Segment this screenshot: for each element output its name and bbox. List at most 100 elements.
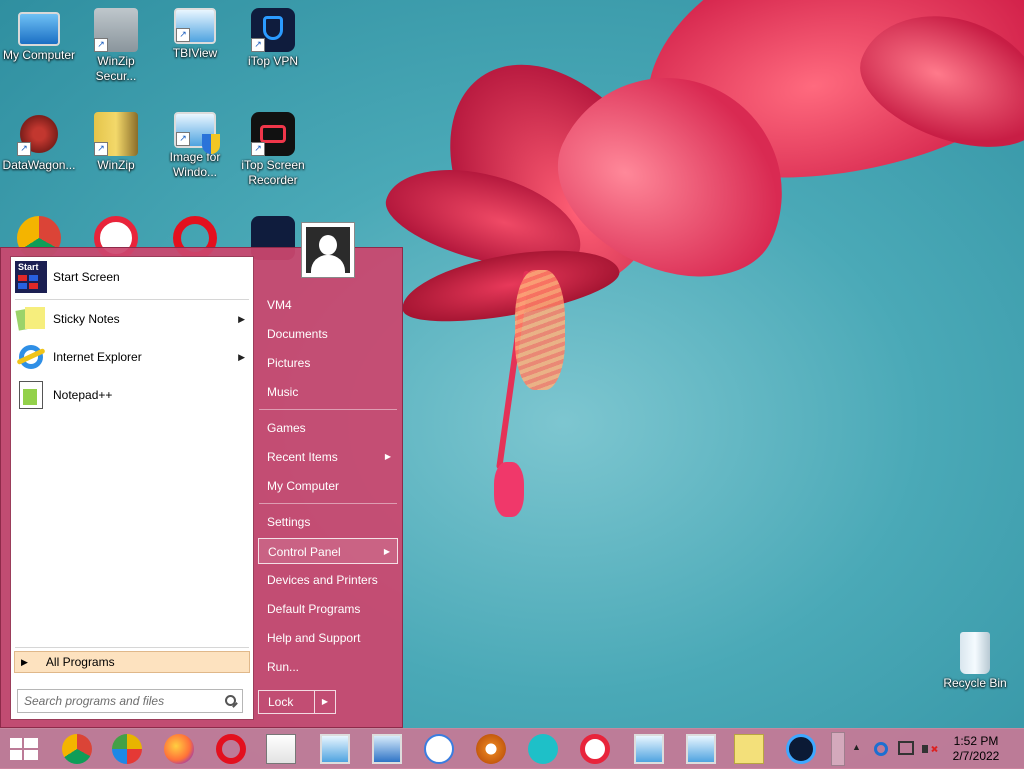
pinned-separator	[15, 299, 249, 300]
pinned-item-label: Sticky Notes	[53, 312, 120, 326]
start-link-music[interactable]: Music	[258, 379, 398, 405]
desktop-icon-image-for-windows[interactable]: ↗ Image for Windo...	[156, 112, 234, 180]
pinned-item-label: Notepad++	[53, 388, 113, 402]
start-menu-programs-pane: Start Start Screen Sticky Notes ▶ Intern…	[10, 256, 254, 720]
taskbar-privacy-app-icon[interactable]	[112, 734, 142, 764]
pinned-item-label: Start Screen	[53, 270, 120, 284]
pinned-item-internet-explorer[interactable]: Internet Explorer ▶	[15, 340, 251, 374]
expand-arrow-icon: ▶	[21, 656, 28, 667]
desktop-icon-recycle-bin[interactable]: Recycle Bin	[936, 632, 1014, 691]
start-link-run[interactable]: Run...	[258, 654, 398, 680]
start-link-games[interactable]: Games	[258, 415, 398, 441]
tray-overflow-arrow-icon[interactable]: ▲	[852, 742, 861, 752]
submenu-arrow-icon: ▶	[238, 351, 245, 362]
taskbar: ▲ 1:52 PM 2/7/2022	[0, 728, 1024, 769]
pinned-item-notepad-plus-plus[interactable]: Notepad++	[15, 378, 251, 412]
tray-network-icon[interactable]	[898, 741, 914, 755]
desktop-icon-tbiview[interactable]: ↗ TBIView	[156, 8, 234, 61]
start-screen-icon: Start	[15, 261, 47, 293]
taskbar-sticky-notes-icon[interactable]	[734, 734, 764, 764]
lock-button[interactable]: Lock ▶	[258, 690, 336, 714]
desktop-icon-datawagon[interactable]: ↗ DataWagon...	[0, 112, 78, 173]
pinned-item-start-screen[interactable]: Start Start Screen	[15, 260, 251, 294]
taskbar-clock[interactable]: 1:52 PM 2/7/2022	[946, 734, 1006, 764]
start-link-help-and-support[interactable]: Help and Support	[258, 625, 398, 651]
search-placeholder: Search programs and files	[24, 694, 165, 708]
tray-volume-muted-icon[interactable]	[922, 741, 938, 757]
start-link-devices-and-printers[interactable]: Devices and Printers	[258, 567, 398, 593]
taskbar-arrow-app-icon[interactable]	[424, 734, 454, 764]
start-link-default-programs[interactable]: Default Programs	[258, 596, 398, 622]
clock-time: 1:52 PM	[953, 734, 999, 748]
submenu-arrow-icon: ▶	[383, 547, 390, 556]
pinned-item-label: Internet Explorer	[53, 350, 142, 364]
desktop-icon-itop-screen-recorder[interactable]: ↗ iTop Screen Recorder	[234, 112, 312, 188]
all-programs-button[interactable]: ▶ All Programs	[14, 651, 250, 673]
submenu-arrow-icon: ▶	[384, 452, 391, 461]
start-link-documents[interactable]: Documents	[258, 321, 398, 347]
clock-date: 2/7/2022	[952, 749, 1000, 763]
start-link-settings[interactable]: Settings	[258, 509, 398, 535]
desktop-icon-my-computer[interactable]: My Computer	[0, 8, 78, 63]
start-button[interactable]	[10, 738, 38, 762]
right-column-separator	[259, 409, 397, 410]
taskbar-remote-app-icon[interactable]	[528, 734, 558, 764]
itop-screen-recorder-icon: ↗	[251, 112, 295, 156]
winzip-secure-icon: ↗	[94, 8, 138, 52]
desktop-icon-label: DataWagon...	[2, 158, 76, 172]
taskbar-scroll-handle[interactable]	[831, 732, 845, 766]
itop-vpn-icon: ↗	[251, 8, 295, 52]
flower-pollen	[515, 270, 565, 390]
tray-ccleaner-icon[interactable]	[874, 742, 888, 756]
taskbar-tbiview-icon[interactable]	[320, 734, 350, 764]
taskbar-monitor-icon[interactable]	[686, 734, 716, 764]
computer-icon	[18, 12, 60, 46]
taskbar-image-viewer-icon[interactable]	[372, 734, 402, 764]
recycle-bin-icon	[960, 632, 990, 674]
taskbar-settings-app-icon[interactable]	[476, 734, 506, 764]
internet-explorer-icon	[15, 341, 47, 373]
user-silhouette-icon	[306, 227, 350, 273]
start-link-pictures[interactable]: Pictures	[258, 350, 398, 376]
taskbar-monitor-icon[interactable]	[634, 734, 664, 764]
desktop-icon-winzip-secure[interactable]: ↗ WinZip Secur...	[77, 8, 155, 84]
desktop-icon-label: Recycle Bin	[943, 676, 1007, 690]
desktop-icon-label: Image for Windo...	[169, 150, 221, 179]
taskbar-opera-icon[interactable]	[216, 734, 246, 764]
desktop-icon-label: WinZip Secur...	[95, 54, 137, 83]
all-programs-label: All Programs	[45, 655, 115, 669]
tbiview-icon: ↗	[174, 8, 216, 44]
right-column-separator	[259, 503, 397, 504]
sticky-notes-icon	[15, 303, 47, 335]
start-menu: Start Start Screen Sticky Notes ▶ Intern…	[0, 247, 403, 728]
start-link-recent-items[interactable]: Recent Items ▶	[258, 444, 398, 470]
winzip-icon: ↗	[94, 112, 138, 156]
taskbar-recorder-app-icon[interactable]	[580, 734, 610, 764]
windows-logo-icon	[10, 738, 38, 762]
start-link-control-panel[interactable]: Control Panel ▶	[258, 538, 398, 564]
lock-options-button[interactable]: ▶	[314, 691, 335, 713]
desktop-icon-winzip[interactable]: ↗ WinZip	[77, 112, 155, 173]
desktop-icon-label: WinZip	[97, 158, 135, 172]
taskbar-firefox-icon[interactable]	[164, 734, 194, 764]
desktop-icon-label: iTop VPN	[247, 54, 299, 68]
image-for-windows-icon: ↗	[174, 112, 220, 154]
search-input[interactable]: Search programs and files	[17, 689, 243, 713]
start-link-vm4[interactable]: VM4	[258, 292, 398, 318]
taskbar-chrome-icon[interactable]	[62, 734, 92, 764]
user-avatar[interactable]	[301, 222, 355, 278]
start-link-my-computer[interactable]: My Computer	[258, 473, 398, 499]
datawagon-icon: ↗	[17, 112, 61, 156]
lock-label: Lock	[268, 695, 294, 709]
taskbar-pdf-icon[interactable]	[266, 734, 296, 764]
desktop-icon-label: My Computer	[2, 48, 76, 62]
notepad-plus-plus-icon	[15, 379, 47, 411]
taskbar-ccleaner-icon[interactable]	[786, 734, 816, 764]
desktop-icon-label: iTop Screen Recorder	[241, 158, 305, 187]
flower-stamen-tip	[494, 462, 524, 517]
submenu-arrow-icon: ▶	[238, 313, 245, 324]
desktop-icon-itop-vpn[interactable]: ↗ iTop VPN	[234, 8, 312, 69]
all-programs-separator	[15, 647, 249, 648]
pinned-item-sticky-notes[interactable]: Sticky Notes ▶	[15, 302, 251, 336]
desktop-icon-label: TBIView	[172, 46, 218, 60]
